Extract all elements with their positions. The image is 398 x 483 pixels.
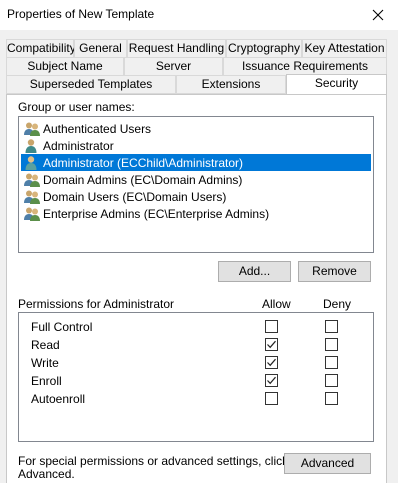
advanced-button[interactable]: Advanced (284, 453, 371, 474)
group-icon (24, 122, 40, 136)
special-permissions-text: For special permissions or advanced sett… (18, 454, 289, 468)
deny-column-header: Deny (323, 297, 352, 311)
deny-checkbox[interactable] (325, 392, 338, 405)
permissions-list: Full Control Read Write Enroll Autoenrol… (18, 312, 374, 442)
checkmark-icon (267, 358, 276, 367)
group-icon (24, 190, 40, 204)
title-bar: Properties of New Template (0, 0, 398, 30)
deny-checkbox[interactable] (325, 374, 338, 387)
user-name: Domain Users (EC\Domain Users) (43, 189, 227, 204)
permission-name: Read (31, 338, 60, 352)
tab-request-handling[interactable]: Request Handling (127, 39, 226, 58)
user-name: Domain Admins (EC\Domain Admins) (43, 172, 243, 187)
list-item[interactable]: Administrator (21, 137, 371, 154)
remove-button[interactable]: Remove (298, 261, 371, 282)
deny-checkbox[interactable] (325, 356, 338, 369)
tab-superseded-templates[interactable]: Superseded Templates (6, 75, 176, 94)
tab-general[interactable]: General (74, 39, 127, 58)
deny-checkbox[interactable] (325, 320, 338, 333)
add-button[interactable]: Add... (218, 261, 291, 282)
permissions-label: Permissions for Administrator (18, 297, 175, 311)
allow-checkbox[interactable] (265, 338, 278, 351)
user-icon (25, 138, 37, 153)
tab-server[interactable]: Server (124, 57, 223, 76)
permission-row: Read (19, 336, 373, 354)
allow-checkbox[interactable] (265, 374, 278, 387)
list-item[interactable]: Authenticated Users (21, 120, 371, 137)
permission-name: Write (31, 356, 59, 370)
tab-key-attestation[interactable]: Key Attestation (302, 39, 387, 58)
tab-subject-name[interactable]: Subject Name (6, 57, 124, 76)
window-title: Properties of New Template (7, 7, 155, 21)
allow-checkbox[interactable] (265, 392, 278, 405)
permission-row: Enroll (19, 372, 373, 390)
user-name: Enterprise Admins (EC\Enterprise Admins) (43, 206, 270, 221)
permission-row: Full Control (19, 318, 373, 336)
tab-extensions[interactable]: Extensions (176, 75, 286, 94)
allow-checkbox[interactable] (265, 320, 278, 333)
user-name: Authenticated Users (43, 121, 152, 136)
group-icon (24, 207, 40, 221)
list-item[interactable]: Domain Users (EC\Domain Users) (21, 188, 371, 205)
list-item[interactable]: Enterprise Admins (EC\Enterprise Admins) (21, 205, 371, 222)
deny-checkbox[interactable] (325, 338, 338, 351)
list-item-selected[interactable]: Administrator (ECChild\Administrator) (21, 154, 371, 171)
permission-name: Full Control (31, 320, 93, 334)
checkmark-icon (267, 376, 276, 385)
tab-security[interactable]: Security (286, 74, 387, 94)
special-permissions-text-2: Advanced. (18, 467, 75, 481)
user-list[interactable]: Authenticated Users Administrator Admini… (18, 116, 374, 253)
list-item[interactable]: Domain Admins (EC\Domain Admins) (21, 171, 371, 188)
permission-name: Enroll (31, 374, 62, 388)
user-name: Administrator (ECChild\Administrator) (43, 155, 244, 170)
close-button[interactable] (358, 0, 398, 30)
group-icon (24, 173, 40, 187)
allow-column-header: Allow (262, 297, 291, 311)
user-icon (25, 155, 37, 170)
permission-row: Autoenroll (19, 390, 373, 408)
permission-name: Autoenroll (31, 392, 86, 406)
user-name: Administrator (43, 138, 114, 153)
allow-checkbox[interactable] (265, 356, 278, 369)
checkmark-icon (267, 340, 276, 349)
permission-row: Write (19, 354, 373, 372)
tab-compatibility[interactable]: Compatibility (6, 39, 76, 58)
group-names-label: Group or user names: (18, 100, 135, 114)
tab-cryptography[interactable]: Cryptography (226, 39, 302, 58)
close-icon (372, 9, 384, 21)
